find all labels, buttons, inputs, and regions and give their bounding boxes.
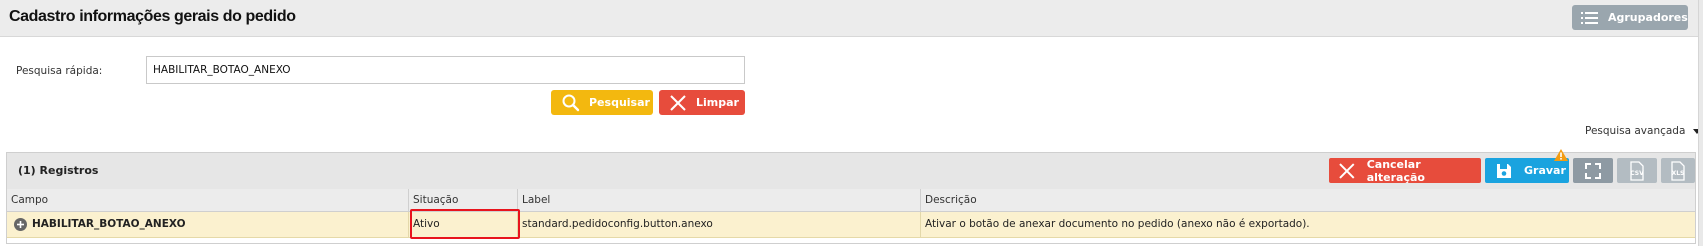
warning-icon [1554, 149, 1568, 161]
grid-header: Campo Situação Label Descrição [7, 189, 1695, 212]
page: Cadastro informações gerais do pedido Ag… [0, 0, 1703, 246]
column-header-label[interactable]: Label [518, 189, 921, 211]
close-icon [670, 94, 686, 111]
limpar-label: Limpar [696, 96, 739, 109]
grid-toolbar: (1) Registros Cancelar alteração Gravar [7, 149, 1695, 190]
export-csv-button[interactable]: CSV [1617, 158, 1657, 183]
svg-text:XLS: XLS [1672, 170, 1685, 177]
advanced-search-label: Pesquisa avançada [1585, 125, 1686, 137]
records-count: (1) Registros [18, 164, 99, 177]
csv-file-icon: CSV [1630, 160, 1644, 181]
save-icon [1497, 163, 1511, 178]
cell-campo-text: HABILITAR_BOTAO_ANEXO [32, 218, 186, 230]
page-title: Cadastro informações gerais do pedido [9, 8, 296, 25]
quick-search-input[interactable] [146, 56, 745, 84]
fullscreen-icon [1585, 162, 1601, 179]
pesquisar-button[interactable]: Pesquisar [551, 90, 653, 115]
save-label: Gravar [1524, 164, 1566, 177]
records-grid: (1) Registros Cancelar alteração Gravar [6, 149, 1696, 244]
list-icon [1581, 11, 1598, 24]
cell-descricao[interactable]: Ativar o botão de anexar documento no pe… [921, 212, 1695, 237]
search-icon [562, 94, 580, 111]
agrupadores-button[interactable]: Agrupadores [1572, 5, 1688, 30]
export-xls-button[interactable]: XLS [1661, 158, 1695, 183]
annotation-highlight-box [410, 209, 520, 239]
column-header-descricao[interactable]: Descrição [921, 189, 1695, 211]
pesquisar-label: Pesquisar [589, 96, 650, 109]
scrollbar-gutter[interactable] [1698, 0, 1703, 246]
cancel-changes-button[interactable]: Cancelar alteração [1329, 157, 1481, 184]
save-button[interactable]: Gravar [1485, 158, 1569, 183]
advanced-search-toggle[interactable]: Pesquisa avançada [1585, 125, 1702, 137]
agrupadores-label: Agrupadores [1608, 11, 1688, 24]
xls-file-icon: XLS [1671, 160, 1685, 181]
fullscreen-button[interactable] [1573, 158, 1613, 183]
close-icon [1339, 162, 1355, 179]
column-header-situacao[interactable]: Situação [409, 189, 518, 211]
svg-text:CSV: CSV [1630, 170, 1644, 177]
header-bar: Cadastro informações gerais do pedido Ag… [0, 0, 1698, 37]
cell-campo: HABILITAR_BOTAO_ANEXO [7, 212, 409, 237]
limpar-button[interactable]: Limpar [659, 90, 745, 115]
table-row[interactable]: HABILITAR_BOTAO_ANEXO Ativo standard.ped… [7, 212, 1695, 238]
cancel-changes-label: Cancelar alteração [1366, 157, 1425, 184]
column-header-campo[interactable]: Campo [7, 189, 409, 211]
cell-label[interactable]: standard.pedidoconfig.button.anexo [518, 212, 921, 237]
expand-plus-icon[interactable] [14, 218, 27, 231]
quick-search-label: Pesquisa rápida: [16, 65, 103, 77]
